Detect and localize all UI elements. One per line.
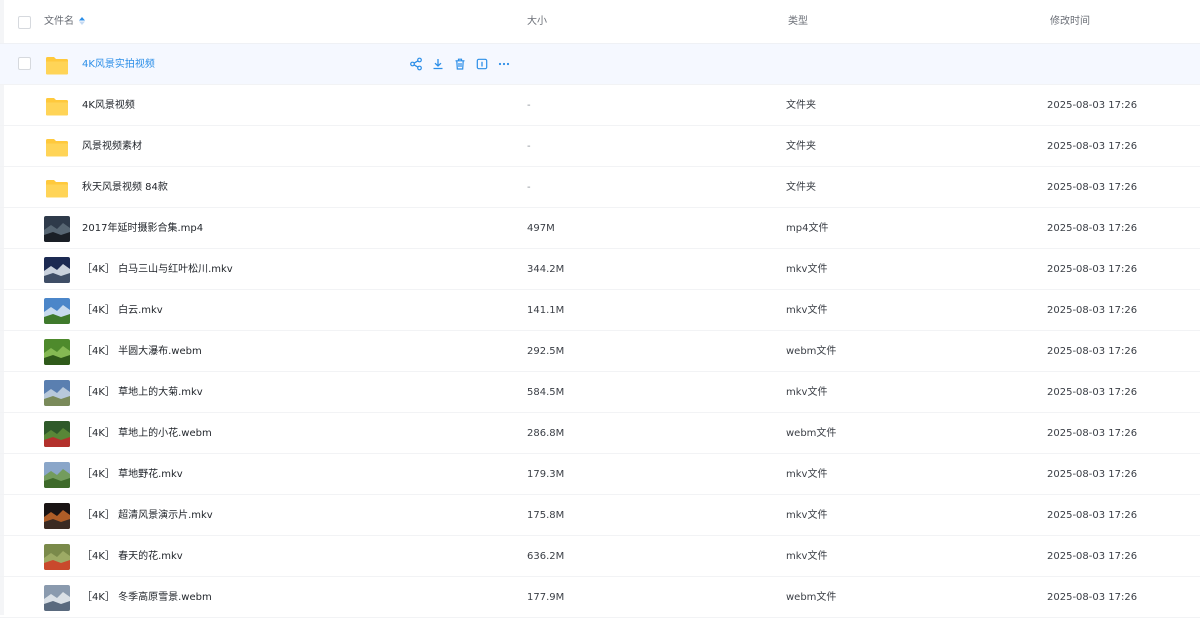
file-type: mkv文件 xyxy=(786,510,828,521)
folder-icon xyxy=(44,93,70,119)
file-name[interactable]: ［4K］ 草地野花.mkv xyxy=(82,454,183,495)
column-header-modified[interactable]: 修改时间 xyxy=(1050,0,1090,44)
file-type: 文件夹 xyxy=(786,141,816,152)
file-type: webm文件 xyxy=(786,592,837,603)
video-thumbnail xyxy=(44,216,70,242)
file-size: 141.1M xyxy=(527,305,565,316)
file-size: 292.5M xyxy=(527,346,565,357)
file-name[interactable]: ［4K］ 春天的花.mkv xyxy=(82,536,183,577)
row-actions xyxy=(409,57,511,71)
file-type: mkv文件 xyxy=(786,305,828,316)
video-thumbnail xyxy=(44,544,70,570)
select-all-checkbox[interactable] xyxy=(18,16,31,29)
file-row[interactable]: 2017年延时摄影合集.mp4 497M mp4文件 2025-08-03 17:26 xyxy=(0,208,1200,249)
video-thumbnail xyxy=(44,298,70,324)
file-list-table: 文件名 大小 类型 修改时间 4K风景实拍视频 4K风景视频 - 文件夹 2025-08… xyxy=(0,0,1200,618)
file-row[interactable]: ［4K］ 白云.mkv 141.1M mkv文件 2025-08-03 17:26 xyxy=(0,290,1200,331)
modified-time: 2025-08-03 17:26 xyxy=(1047,305,1138,316)
folder-row[interactable]: 风景视频素材 - 文件夹 2025-08-03 17:26 xyxy=(0,126,1200,167)
modified-time: 2025-08-03 17:26 xyxy=(1047,223,1138,234)
file-name[interactable]: ［4K］ 草地上的小花.webm xyxy=(82,413,212,454)
modified-time: 2025-08-03 17:26 xyxy=(1047,264,1138,275)
file-size: 497M xyxy=(527,223,555,234)
modified-time: 2025-08-03 17:26 xyxy=(1047,510,1138,521)
folder-icon xyxy=(44,52,70,78)
modified-time: 2025-08-03 17:26 xyxy=(1047,592,1138,603)
file-size: 636.2M xyxy=(527,551,565,562)
file-size: - xyxy=(527,182,531,193)
file-row[interactable]: ［4K］ 超清风景演示片.mkv 175.8M mkv文件 2025-08-03 17… xyxy=(0,495,1200,536)
file-type: mkv文件 xyxy=(786,551,828,562)
video-thumbnail xyxy=(44,257,70,283)
modified-time: 2025-08-03 17:26 xyxy=(1047,100,1138,111)
file-type: 文件夹 xyxy=(786,182,816,193)
file-name[interactable]: 4K风景视频 xyxy=(82,85,135,126)
file-row[interactable]: ［4K］ 冬季高原雪景.webm 177.9M webm文件 2025-08-03 1… xyxy=(0,577,1200,618)
file-size: 344.2M xyxy=(527,264,565,275)
file-name[interactable]: ［4K］ 草地上的大菊.mkv xyxy=(82,372,203,413)
share-icon[interactable] xyxy=(409,57,423,71)
file-size: 584.5M xyxy=(527,387,565,398)
video-thumbnail xyxy=(44,503,70,529)
file-row[interactable]: ［4K］ 春天的花.mkv 636.2M mkv文件 2025-08-03 17:26 xyxy=(0,536,1200,577)
video-thumbnail xyxy=(44,380,70,406)
file-type: webm文件 xyxy=(786,346,837,357)
modified-time: 2025-08-03 17:26 xyxy=(1047,387,1138,398)
column-header-name-label: 文件名 xyxy=(44,16,74,27)
sort-ascending-icon[interactable] xyxy=(79,1,85,25)
folder-row[interactable]: 秋天风景视频 84款 - 文件夹 2025-08-03 17:26 xyxy=(0,167,1200,208)
folder-row[interactable]: 4K风景视频 - 文件夹 2025-08-03 17:26 xyxy=(0,85,1200,126)
file-row[interactable]: ［4K］ 草地上的小花.webm 286.8M webm文件 2025-08-03 1… xyxy=(0,413,1200,454)
delete-icon[interactable] xyxy=(453,57,467,71)
file-size: - xyxy=(527,141,531,152)
file-name[interactable]: 风景视频素材 xyxy=(82,126,142,167)
folder-icon xyxy=(44,134,70,160)
file-name[interactable]: ［4K］ 超清风景演示片.mkv xyxy=(82,495,213,536)
more-icon[interactable] xyxy=(497,57,511,71)
file-name[interactable]: ［4K］ 白马三山与红叶松川.mkv xyxy=(82,249,233,290)
column-header-name[interactable]: 文件名 xyxy=(44,0,85,44)
file-size: - xyxy=(527,100,531,111)
file-size: 286.8M xyxy=(527,428,565,439)
modified-time: 2025-08-03 17:26 xyxy=(1047,346,1138,357)
file-size: 177.9M xyxy=(527,592,565,603)
folder-row[interactable]: 4K风景实拍视频 xyxy=(0,44,1200,85)
column-header-size[interactable]: 大小 xyxy=(527,0,547,44)
file-rows: 4K风景实拍视频 4K风景视频 - 文件夹 2025-08-03 17:26 风景视频素材… xyxy=(0,44,1200,618)
file-row[interactable]: ［4K］ 草地野花.mkv 179.3M mkv文件 2025-08-03 17:26 xyxy=(0,454,1200,495)
file-row[interactable]: ［4K］ 白马三山与红叶松川.mkv 344.2M mkv文件 2025-08-03 … xyxy=(0,249,1200,290)
file-name[interactable]: 4K风景实拍视频 xyxy=(82,44,155,85)
modified-time: 2025-08-03 17:26 xyxy=(1047,551,1138,562)
download-icon[interactable] xyxy=(431,57,445,71)
file-row[interactable]: ［4K］ 半圆大瀑布.webm 292.5M webm文件 2025-08-03 17… xyxy=(0,331,1200,372)
column-header-type[interactable]: 类型 xyxy=(788,0,808,44)
file-name[interactable]: ［4K］ 白云.mkv xyxy=(82,290,163,331)
file-type: mkv文件 xyxy=(786,264,828,275)
video-thumbnail xyxy=(44,462,70,488)
folder-icon xyxy=(44,175,70,201)
file-size: 179.3M xyxy=(527,469,565,480)
modified-time: 2025-08-03 17:26 xyxy=(1047,428,1138,439)
file-type: mkv文件 xyxy=(786,387,828,398)
file-row[interactable]: ［4K］ 草地上的大菊.mkv 584.5M mkv文件 2025-08-03 17:… xyxy=(0,372,1200,413)
file-name[interactable]: ［4K］ 冬季高原雪景.webm xyxy=(82,577,212,618)
file-type: mkv文件 xyxy=(786,469,828,480)
row-checkbox[interactable] xyxy=(18,57,31,70)
video-thumbnail xyxy=(44,585,70,611)
info-icon[interactable] xyxy=(475,57,489,71)
table-header: 文件名 大小 类型 修改时间 xyxy=(0,0,1200,44)
file-type: 文件夹 xyxy=(786,100,816,111)
file-size: 175.8M xyxy=(527,510,565,521)
file-name[interactable]: 秋天风景视频 84款 xyxy=(82,167,168,208)
modified-time: 2025-08-03 17:26 xyxy=(1047,141,1138,152)
video-thumbnail xyxy=(44,339,70,365)
modified-time: 2025-08-03 17:26 xyxy=(1047,182,1138,193)
file-type: mp4文件 xyxy=(786,223,829,234)
modified-time: 2025-08-03 17:26 xyxy=(1047,469,1138,480)
file-name[interactable]: 2017年延时摄影合集.mp4 xyxy=(82,208,203,249)
file-name[interactable]: ［4K］ 半圆大瀑布.webm xyxy=(82,331,202,372)
file-type: webm文件 xyxy=(786,428,837,439)
video-thumbnail xyxy=(44,421,70,447)
